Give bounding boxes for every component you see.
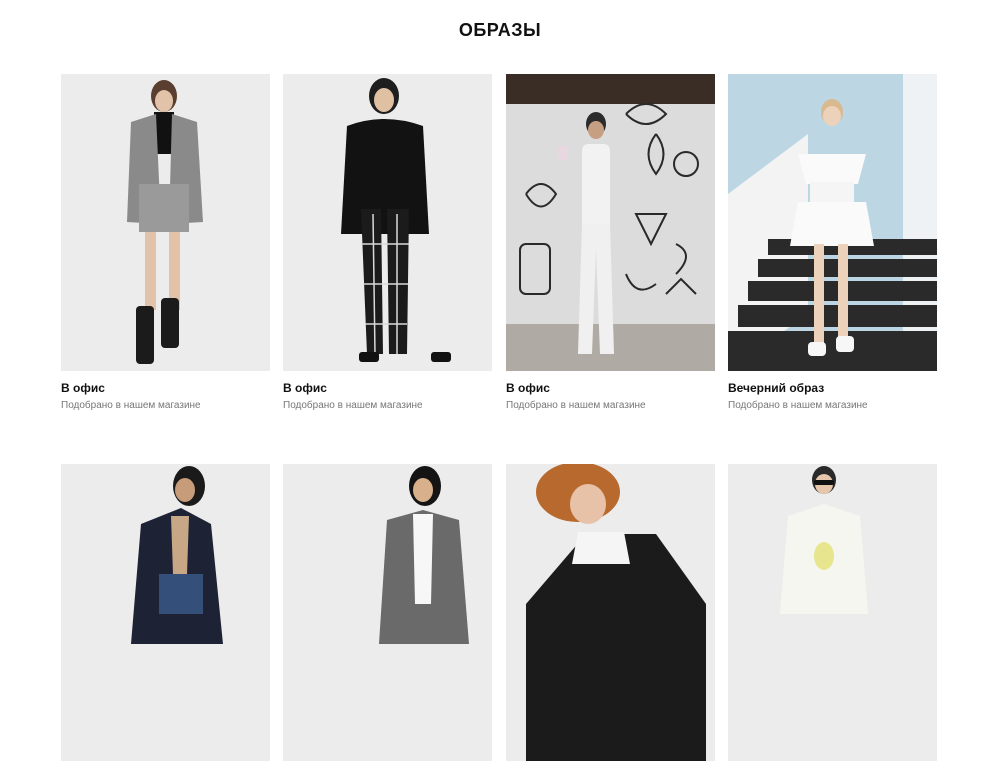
look-photo[interactable]: [506, 74, 715, 371]
look-photo[interactable]: [61, 74, 270, 371]
look-photo[interactable]: [283, 74, 492, 371]
look-card[interactable]: В офис Подобрано в нашем магазине: [61, 74, 270, 412]
look-card[interactable]: В офис Подобрано в нашем магазине: [506, 74, 715, 412]
look-subtitle: Подобрано в нашем магазине: [506, 400, 646, 411]
look-title[interactable]: В офис: [506, 381, 715, 395]
look-subtitle: Подобрано в нашем магазине: [61, 400, 201, 411]
look-photo[interactable]: [728, 464, 937, 761]
look-title[interactable]: В офис: [61, 381, 270, 395]
look-card[interactable]: Вечерний образ Подобрано в нашем магазин…: [728, 74, 937, 412]
look-card[interactable]: [506, 464, 715, 771]
look-photo[interactable]: [728, 74, 937, 371]
page-title: ОБРАЗЫ: [458, 20, 542, 40]
look-subtitle: Подобрано в нашем магазине: [283, 400, 423, 411]
look-photo[interactable]: [61, 464, 270, 761]
look-title[interactable]: Вечерний образ: [728, 381, 937, 395]
look-card[interactable]: [283, 464, 492, 771]
look-card[interactable]: В офис Подобрано в нашем магазине: [283, 74, 492, 412]
look-subtitle: Подобрано в нашем магазине: [728, 400, 868, 411]
look-photo[interactable]: [506, 464, 715, 761]
look-card[interactable]: [728, 464, 937, 771]
look-card[interactable]: [61, 464, 270, 771]
look-title[interactable]: В офис: [283, 381, 492, 395]
look-photo[interactable]: [283, 464, 492, 761]
